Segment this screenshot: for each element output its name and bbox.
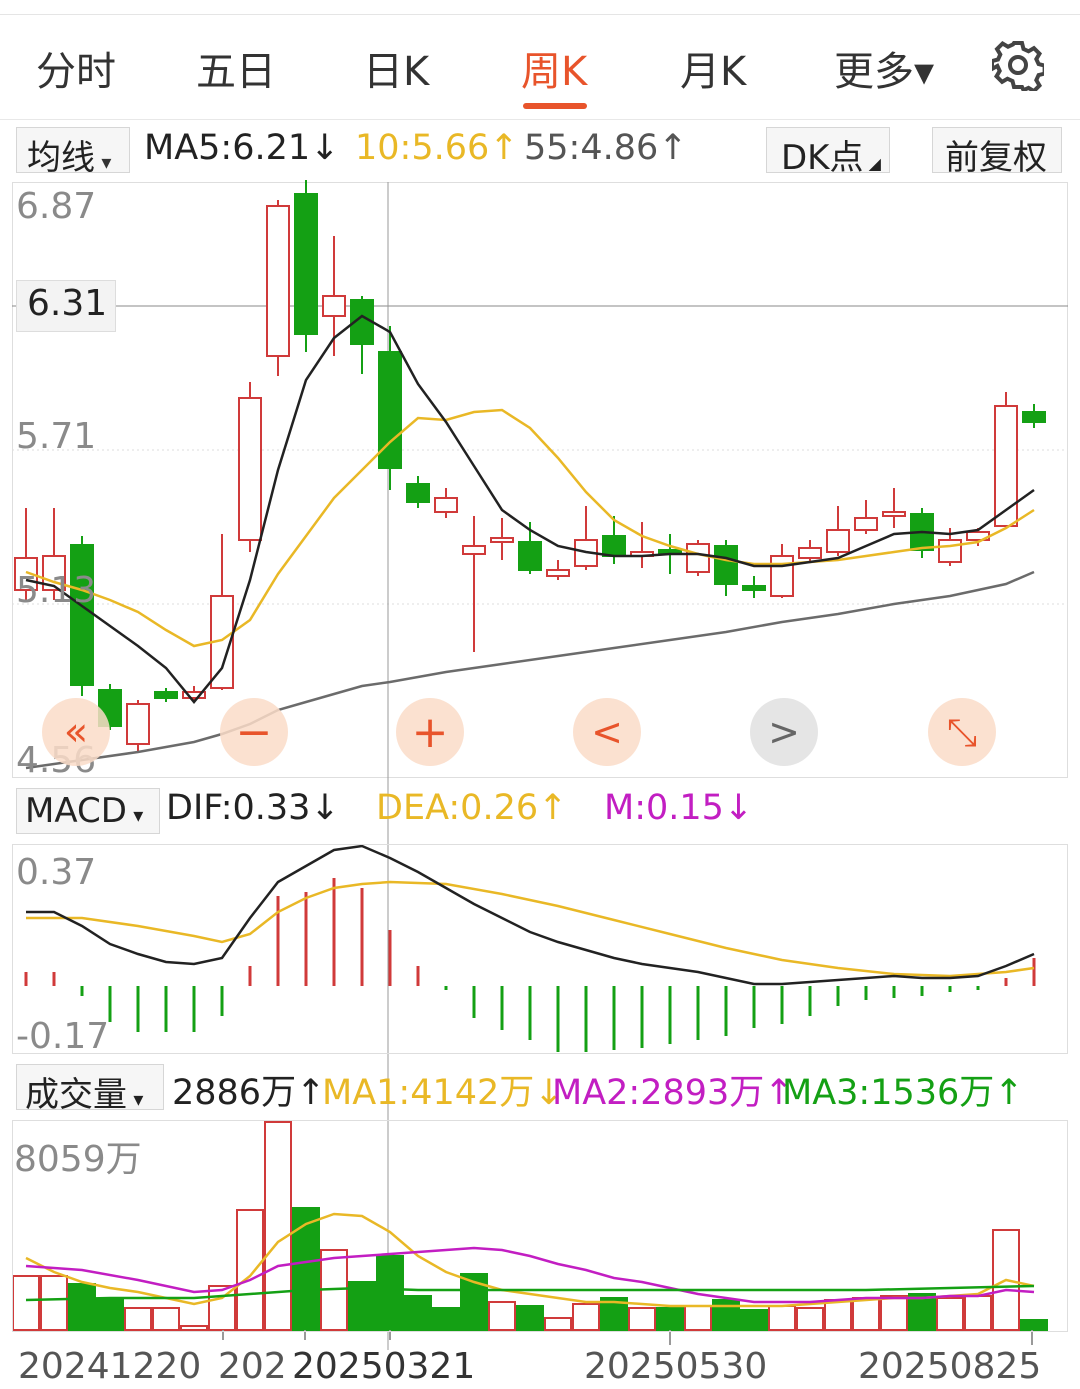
candle-body	[294, 193, 318, 335]
candle-body	[826, 529, 850, 553]
candle-body	[238, 397, 262, 541]
candle-body	[686, 543, 710, 573]
candle-body	[994, 405, 1018, 527]
macd-axis-top: 0.37	[16, 852, 97, 893]
candle-body	[462, 545, 486, 555]
macd-dif-value: DIF:0.33↓	[166, 788, 340, 828]
candle-body	[714, 545, 738, 585]
candle-body	[742, 585, 766, 591]
candle-body	[322, 295, 346, 317]
volume-ma3-value: MA3:1536万↑	[782, 1073, 1024, 1113]
price-axis-mid: 5.71	[16, 416, 97, 457]
fullscreen-button[interactable]: ⤡	[928, 698, 996, 766]
volume-value: 2886万↑	[172, 1073, 326, 1113]
price-axis-top: 6.87	[16, 186, 97, 227]
scroll-left-fast-button[interactable]: «	[42, 698, 110, 766]
zoom-in-button[interactable]: +	[396, 698, 464, 766]
candle-body	[406, 483, 430, 503]
volume-ma1-value: MA1:4142万↓	[322, 1073, 564, 1113]
candle-body	[70, 544, 94, 686]
candle-body	[434, 497, 458, 513]
volume-selector[interactable]: 成交量 ▾	[16, 1064, 164, 1115]
volume-ma2-value: MA2:2893万↑	[552, 1073, 794, 1113]
date-label-2: 202	[218, 1346, 287, 1387]
date-label-5: 20250825	[858, 1346, 1042, 1387]
date-label-4: 20250530	[584, 1346, 768, 1387]
candle-body	[518, 541, 542, 571]
candle-body	[602, 535, 626, 557]
macd-panel[interactable]	[12, 844, 1068, 1054]
zoom-out-button[interactable]: −	[220, 698, 288, 766]
date-label-3: 20250321	[292, 1346, 476, 1387]
candle-body	[126, 703, 150, 745]
candle-body	[770, 555, 794, 597]
date-label-1: 20241220	[18, 1346, 202, 1387]
candle-body	[854, 517, 878, 531]
candle-body	[546, 569, 570, 577]
current-price-label: 6.31	[16, 280, 116, 332]
macd-dea-value: DEA:0.26↑	[376, 788, 568, 828]
macd-axis-bottom: -0.17	[16, 1016, 110, 1057]
candle-body	[490, 537, 514, 543]
candle-body	[882, 511, 906, 517]
volume-axis-top: 8059万	[14, 1139, 142, 1180]
candle-body	[938, 539, 962, 563]
candle-body	[798, 547, 822, 559]
candle-body	[1022, 411, 1046, 423]
candle-body	[154, 691, 178, 699]
price-axis-low: 5.13	[16, 570, 97, 611]
volume-panel[interactable]	[12, 1120, 1068, 1332]
macd-m-value: M:0.15↓	[604, 788, 754, 828]
move-right-button[interactable]: >	[750, 698, 818, 766]
macd-selector[interactable]: MACD ▾	[16, 788, 160, 834]
move-left-button[interactable]: <	[573, 698, 641, 766]
candle-body	[266, 205, 290, 357]
